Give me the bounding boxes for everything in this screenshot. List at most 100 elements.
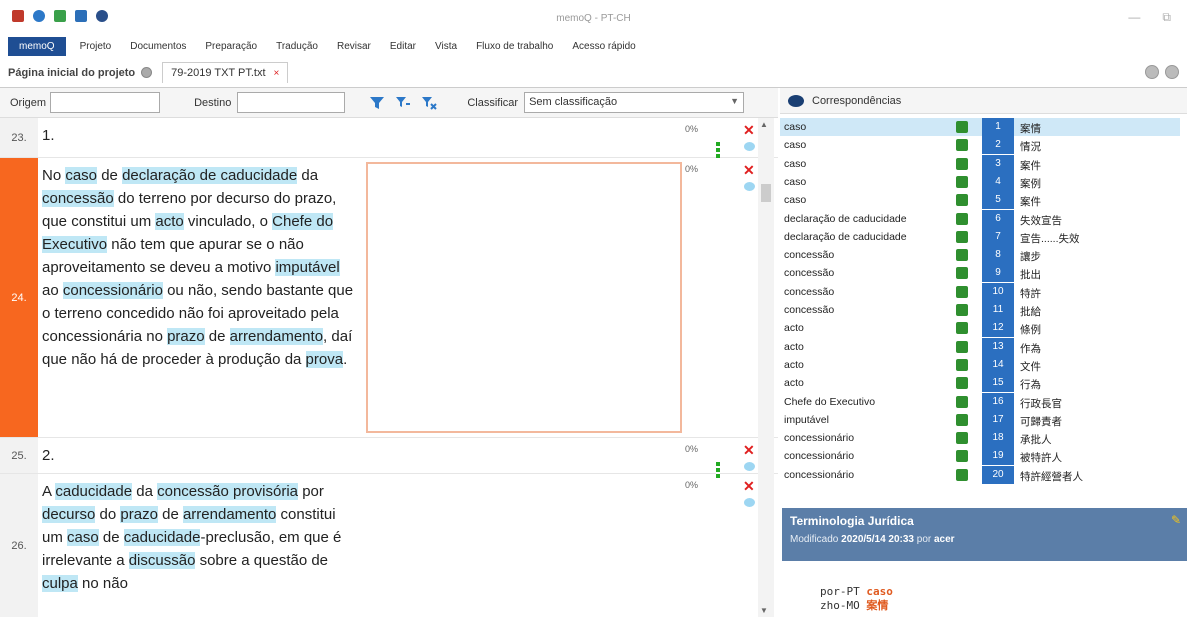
match-target: 案例 bbox=[1020, 177, 1041, 190]
match-row[interactable]: concessão 8 讓步 bbox=[780, 246, 1180, 265]
term-highlight[interactable]: concessionário bbox=[62, 282, 163, 299]
term-check-icon bbox=[956, 432, 968, 445]
segment-row[interactable]: 25. 2. 0% ✕ bbox=[0, 438, 778, 478]
target-cell[interactable] bbox=[366, 474, 682, 617]
term-highlight[interactable]: declaração de caducidade bbox=[122, 167, 298, 184]
translation-grid: 23. 1. 0% ✕ 24. No caso de declaração de… bbox=[0, 118, 778, 617]
match-target: 宣告......失效 bbox=[1020, 232, 1080, 245]
term-highlight[interactable]: concessão provisória bbox=[157, 483, 299, 500]
menu-preparacao[interactable]: Preparação bbox=[205, 41, 257, 52]
match-target: 特許 bbox=[1020, 287, 1041, 300]
menu-revisar[interactable]: Revisar bbox=[337, 41, 371, 52]
error-icon[interactable]: ✕ bbox=[743, 478, 755, 495]
match-row[interactable]: caso 1 案情 bbox=[780, 118, 1180, 137]
segment-row[interactable]: 23. 1. 0% ✕ bbox=[0, 118, 778, 158]
term-highlight[interactable]: concessão bbox=[42, 190, 114, 207]
target-cell[interactable] bbox=[366, 118, 682, 157]
sort-select[interactable]: Sem classificação ▼ bbox=[524, 92, 745, 113]
menu-fluxo-de-trabalho[interactable]: Fluxo de trabalho bbox=[476, 41, 553, 52]
term-highlight[interactable]: caducidade bbox=[55, 483, 133, 500]
scroll-thumb[interactable] bbox=[761, 184, 771, 202]
minimize-button[interactable]: — bbox=[1128, 10, 1140, 25]
segment-row[interactable]: 26. A caducidade da concessão provisória… bbox=[0, 474, 778, 617]
menu-documentos[interactable]: Documentos bbox=[130, 41, 186, 52]
match-row[interactable]: acto 13 作為 bbox=[780, 337, 1180, 356]
term-highlight[interactable]: prazo bbox=[120, 506, 158, 523]
source-fragment: por bbox=[298, 483, 324, 500]
target-filter-input[interactable] bbox=[237, 92, 346, 113]
term-highlight[interactable]: culpa bbox=[42, 575, 78, 592]
target-cell[interactable] bbox=[366, 438, 682, 473]
memoq-menu-button[interactable]: memoQ bbox=[8, 36, 66, 56]
scroll-up-icon[interactable]: ▲ bbox=[760, 120, 768, 129]
source-filter-input[interactable] bbox=[50, 92, 161, 113]
comment-icon[interactable] bbox=[744, 142, 755, 151]
match-source: declaração de caducidade bbox=[784, 212, 907, 225]
match-row[interactable]: Chefe do Executivo 16 行政長官 bbox=[780, 392, 1180, 411]
match-index: 13 bbox=[982, 337, 1014, 356]
term-highlight[interactable]: caso bbox=[65, 167, 98, 184]
term-check-icon bbox=[956, 450, 968, 463]
advanced-filter-icon[interactable] bbox=[395, 95, 411, 111]
match-row[interactable]: concessão 11 批給 bbox=[780, 301, 1180, 319]
term-highlight[interactable]: caducidade bbox=[123, 529, 201, 546]
term-check-icon bbox=[956, 395, 968, 408]
restore-button[interactable]: ⧉ bbox=[1162, 10, 1171, 25]
target-editor[interactable] bbox=[366, 162, 682, 433]
match-row[interactable]: concessionário 19 被特許人 bbox=[780, 447, 1180, 466]
term-highlight[interactable]: caso bbox=[67, 529, 99, 546]
term-highlight[interactable]: arrendamento bbox=[182, 506, 277, 523]
menu-traducao[interactable]: Tradução bbox=[276, 41, 318, 52]
comment-icon[interactable] bbox=[744, 498, 755, 507]
term-highlight[interactable]: arrendamento bbox=[229, 328, 324, 345]
segment-row[interactable]: 24. No caso de declaração de caducidade … bbox=[0, 158, 778, 438]
term-highlight[interactable]: decurso bbox=[42, 506, 96, 523]
match-row[interactable]: concessão 9 批出 bbox=[780, 264, 1180, 283]
match-row[interactable]: acto 14 文件 bbox=[780, 355, 1180, 374]
match-row[interactable]: concessionário 20 特許經營者人 bbox=[780, 465, 1180, 484]
match-row[interactable]: caso 5 案件 bbox=[780, 191, 1180, 210]
match-source: concessão bbox=[784, 249, 835, 262]
previous-tab-icon[interactable] bbox=[1145, 65, 1159, 79]
source-text: 2. bbox=[42, 444, 360, 467]
tab-project-home[interactable]: Página inicial do projeto bbox=[0, 67, 153, 79]
match-source: concessionário bbox=[784, 450, 855, 463]
match-row[interactable]: caso 3 案件 bbox=[780, 154, 1180, 173]
menu-editar[interactable]: Editar bbox=[390, 41, 416, 52]
comment-icon[interactable] bbox=[744, 462, 755, 471]
next-tab-icon[interactable] bbox=[1165, 65, 1179, 79]
comment-icon[interactable] bbox=[744, 182, 755, 191]
error-icon[interactable]: ✕ bbox=[743, 442, 755, 459]
match-row[interactable]: concessionário 18 承批人 bbox=[780, 429, 1180, 448]
match-target: 行為 bbox=[1020, 379, 1041, 392]
error-icon[interactable]: ✕ bbox=[743, 162, 755, 179]
match-row[interactable]: caso 4 案例 bbox=[780, 172, 1180, 191]
grid-scrollbar[interactable]: ▲ ▼ bbox=[758, 118, 774, 617]
match-index: 6 bbox=[982, 209, 1014, 228]
match-row[interactable]: caso 2 情況 bbox=[780, 136, 1180, 155]
filter-icon[interactable] bbox=[369, 95, 385, 111]
menu-vista[interactable]: Vista bbox=[435, 41, 457, 52]
term-highlight[interactable]: prova bbox=[305, 351, 344, 368]
source-fragment: No bbox=[42, 167, 66, 184]
edit-icon[interactable]: ✎ bbox=[1171, 513, 1181, 527]
match-row[interactable]: declaração de caducidade 7 宣告......失效 bbox=[780, 227, 1180, 246]
match-row[interactable]: imputável 17 可歸責者 bbox=[780, 410, 1180, 429]
clear-filter-icon[interactable] bbox=[421, 95, 438, 111]
term-highlight[interactable]: imputável bbox=[275, 259, 340, 276]
match-row[interactable]: acto 15 行為 bbox=[780, 374, 1180, 393]
error-icon[interactable]: ✕ bbox=[743, 122, 755, 139]
term-highlight[interactable]: acto bbox=[155, 213, 184, 230]
tab-document[interactable]: 79-2019 TXT PT.txt × bbox=[162, 62, 289, 83]
menu-projeto[interactable]: Projeto bbox=[80, 41, 112, 52]
match-index: 7 bbox=[982, 227, 1014, 246]
menu-acesso-rapido[interactable]: Acesso rápido bbox=[572, 41, 635, 52]
term-highlight[interactable]: prazo bbox=[167, 328, 205, 345]
match-source: acto bbox=[784, 377, 804, 390]
match-row[interactable]: declaração de caducidade 6 失效宣告 bbox=[780, 209, 1180, 228]
match-row[interactable]: concessão 10 特許 bbox=[780, 282, 1180, 301]
close-tab-icon[interactable]: × bbox=[274, 68, 280, 79]
term-highlight[interactable]: discussão bbox=[128, 552, 196, 569]
scroll-down-icon[interactable]: ▼ bbox=[760, 606, 768, 615]
match-row[interactable]: acto 12 條例 bbox=[780, 319, 1180, 338]
